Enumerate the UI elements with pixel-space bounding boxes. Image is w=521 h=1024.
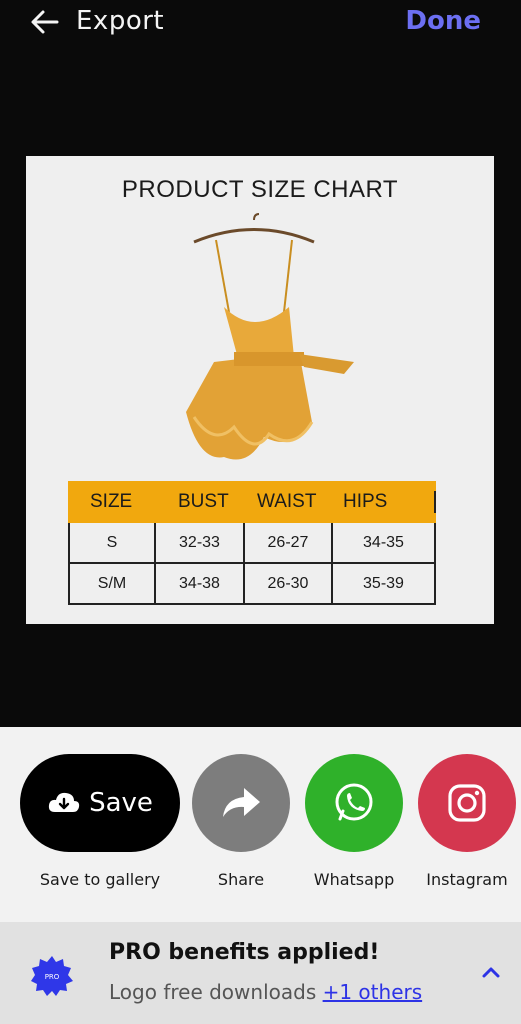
back-button[interactable] [30, 8, 62, 36]
chevron-up-icon[interactable] [478, 962, 504, 982]
whatsapp-label: Whatsapp [313, 870, 395, 889]
share-label: Share [217, 870, 265, 889]
table-cell: 26-27 [245, 523, 333, 562]
instagram-label: Instagram [426, 870, 508, 889]
arrow-left-icon [31, 10, 59, 34]
instagram-icon [448, 784, 486, 822]
table-header-waist: WAIST [257, 491, 317, 512]
whatsapp-button[interactable] [305, 754, 403, 852]
pro-title: PRO benefits applied! [109, 940, 380, 965]
table-header-size: SIZE [90, 491, 133, 512]
pro-subtitle-text: Logo free downloads [109, 980, 323, 1004]
table-row: S 32-33 26-27 34-35 [68, 523, 436, 564]
done-button[interactable]: Done [405, 6, 481, 36]
cloud-download-icon [48, 792, 80, 812]
table-cell: 26-30 [245, 564, 333, 603]
pro-others-link[interactable]: +1 others [323, 980, 423, 1004]
share-panel: Save Save to gallery Share Whatsapp Inst… [0, 727, 521, 922]
save-to-gallery-label: Save to gallery [39, 870, 161, 889]
page-title: Export [76, 6, 165, 36]
table-header: SIZE BUST WAIST HIPS [68, 481, 436, 523]
pro-benefits-bar[interactable]: PRO PRO benefits applied! Logo free down… [0, 922, 521, 1024]
table-row: S/M 34-38 26-30 35-39 [68, 564, 436, 605]
size-chart-title: PRODUCT SIZE CHART [121, 176, 399, 203]
table-cell: 35-39 [333, 564, 436, 603]
export-preview: PRODUCT SIZE CHART SIZE BUST WAIST HIPS … [26, 156, 494, 624]
instagram-button[interactable] [418, 754, 516, 852]
table-cell: 32-33 [156, 523, 245, 562]
share-arrow-icon [223, 788, 260, 817]
whatsapp-icon [335, 783, 373, 821]
pro-badge-text: PRO [45, 973, 60, 981]
pro-badge-icon: PRO [31, 956, 73, 996]
table-cell: S/M [68, 564, 156, 603]
garment-image [186, 213, 354, 460]
top-bar: Export Done [0, 0, 521, 50]
share-button[interactable] [192, 754, 290, 852]
table-cell: S [68, 523, 156, 562]
table-cell: 34-35 [333, 523, 436, 562]
save-label: Save [89, 788, 153, 818]
table-cell: 34-38 [156, 564, 245, 603]
pro-subtitle: Logo free downloads +1 others [109, 980, 422, 1004]
table-header-hips: HIPS [333, 491, 436, 513]
save-button[interactable]: Save [20, 754, 180, 852]
table-header-bust: BUST [178, 491, 229, 512]
size-table: SIZE BUST WAIST HIPS S 32-33 26-27 34-35… [68, 481, 436, 605]
